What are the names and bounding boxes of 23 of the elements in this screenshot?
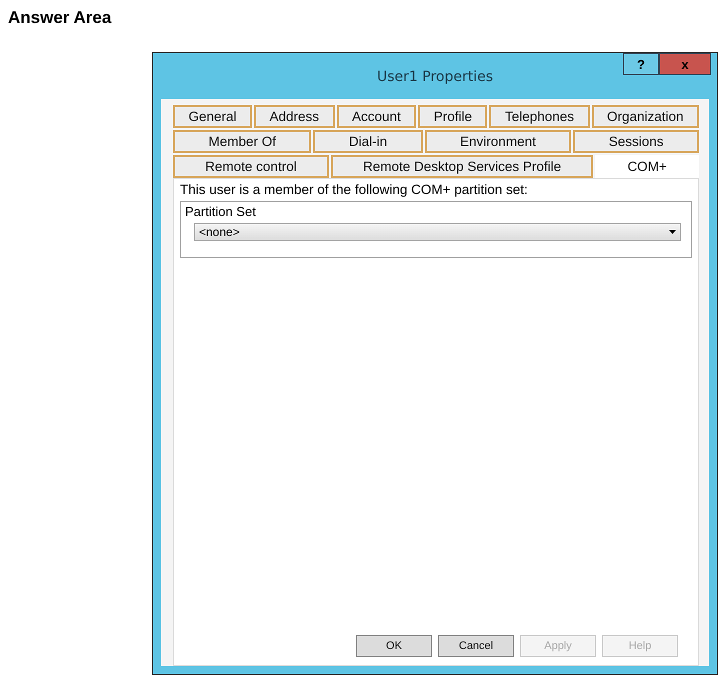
tab[interactable]: COM+ <box>595 155 699 178</box>
help-button[interactable]: ? <box>623 53 659 75</box>
tab[interactable]: Telephones <box>489 105 590 128</box>
tab[interactable]: Dial-in <box>313 130 423 153</box>
heading: Answer Area <box>8 8 112 28</box>
tab[interactable]: Profile <box>418 105 488 128</box>
group-label: Partition Set <box>184 204 257 219</box>
window-title: User1 Properties <box>376 69 494 85</box>
tab[interactable]: Sessions <box>573 130 699 153</box>
tab[interactable]: Organization <box>592 105 700 128</box>
dialog-button[interactable]: Cancel <box>438 635 514 657</box>
close-button[interactable]: x <box>659 53 711 75</box>
tab[interactable]: Account <box>336 105 416 128</box>
tab[interactable]: General <box>173 105 252 128</box>
partition-set-dropdown[interactable]: <none> <box>194 223 681 241</box>
caret-icon <box>669 230 676 234</box>
tab[interactable]: Member Of <box>173 130 312 153</box>
tab[interactable]: Remote Desktop Services Profile <box>330 155 594 178</box>
tab[interactable]: Address <box>254 105 334 128</box>
tab[interactable]: Remote control <box>173 155 329 178</box>
tab[interactable]: Environment <box>424 130 572 153</box>
description-text: This user is a member of the following COM+ partition set: <box>180 182 529 197</box>
dialog-button[interactable]: OK <box>356 635 432 657</box>
